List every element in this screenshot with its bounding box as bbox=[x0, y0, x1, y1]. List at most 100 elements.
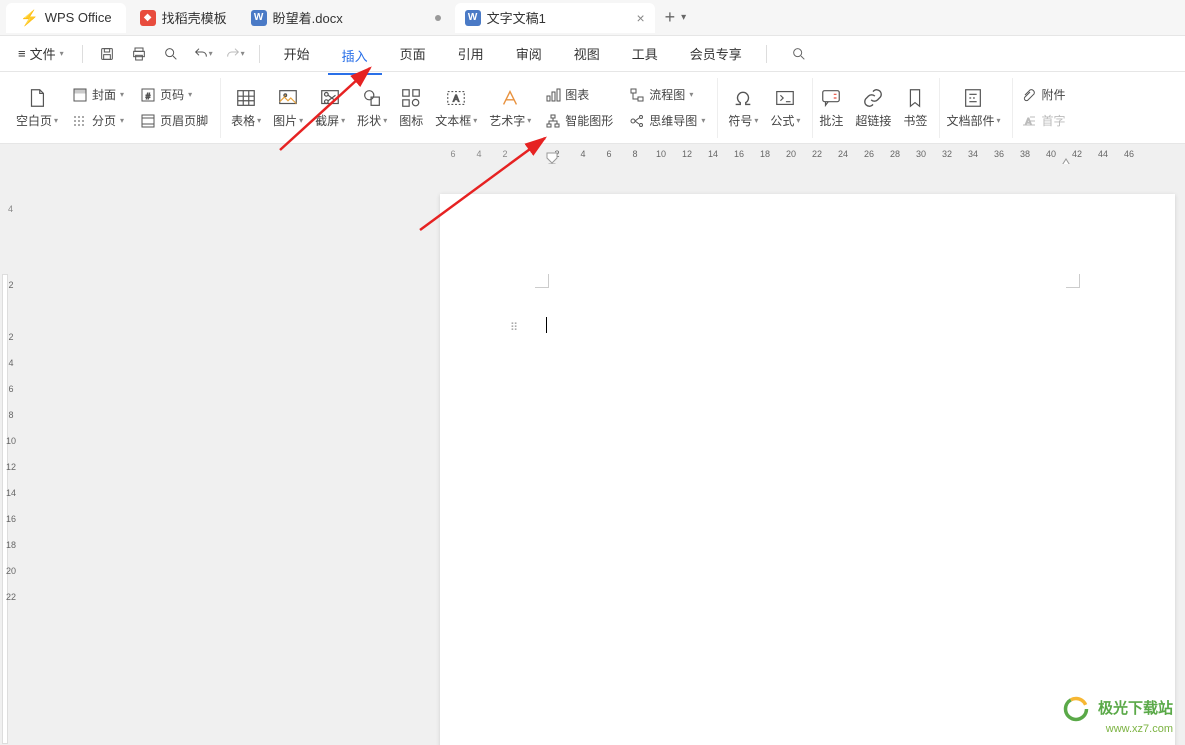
tab-templates[interactable]: ◆ 找稻壳模板 bbox=[130, 3, 237, 33]
ruler-tick: 18 bbox=[6, 532, 16, 558]
dropcap-button[interactable]: A首字 bbox=[1021, 109, 1065, 133]
textbox-icon: A bbox=[444, 86, 468, 110]
chart-icon bbox=[545, 87, 561, 103]
comment-button[interactable]: 批注 bbox=[813, 78, 849, 138]
ruler-tick: 6 bbox=[596, 149, 622, 159]
ruler-tick: 2 bbox=[492, 149, 518, 159]
textbox-button[interactable]: A 文本框▾ bbox=[429, 78, 483, 138]
ruler-tick: 6 bbox=[6, 376, 16, 402]
unsaved-indicator-icon bbox=[435, 15, 441, 21]
ruler-tick: 4 bbox=[6, 350, 16, 376]
ruler-tick: 30 bbox=[908, 149, 934, 159]
symbol-button[interactable]: 符号▾ bbox=[722, 78, 764, 138]
hyperlink-button[interactable]: 超链接 bbox=[849, 78, 897, 138]
ruler-tick: 4 bbox=[466, 149, 492, 159]
mindmap-button[interactable]: 思维导图▾ bbox=[629, 109, 705, 133]
wordart-button[interactable]: 艺术字▾ bbox=[483, 78, 537, 138]
table-icon bbox=[234, 86, 258, 110]
file-menu[interactable]: ≡ 文件 ▾ bbox=[10, 40, 72, 67]
flowchart-icon bbox=[629, 87, 645, 103]
ruler-tick: 38 bbox=[1012, 149, 1038, 159]
cover-icon bbox=[72, 87, 88, 103]
chevron-down-icon: ▾ bbox=[60, 49, 64, 58]
scissors-icon bbox=[318, 86, 342, 110]
smart-graphic-button[interactable]: 智能图形 bbox=[545, 109, 613, 133]
ruler-tick: 22 bbox=[804, 149, 830, 159]
search-button[interactable] bbox=[787, 42, 811, 66]
menu-start[interactable]: 开始 bbox=[270, 40, 324, 67]
svg-text:#: # bbox=[146, 92, 151, 101]
page-break-button[interactable]: 分页▾ bbox=[72, 109, 124, 133]
close-tab-icon[interactable]: × bbox=[636, 10, 644, 26]
wps-logo-icon: ⚡ bbox=[20, 9, 39, 27]
label: 分页 bbox=[92, 112, 116, 129]
label: 艺术字 bbox=[489, 112, 525, 129]
tab-list-dropdown[interactable]: ▾ bbox=[681, 12, 686, 23]
cover-button[interactable]: 封面▾ bbox=[72, 83, 124, 107]
ruler-tick: 8 bbox=[6, 402, 16, 428]
ruler-tick: 4 bbox=[570, 149, 596, 159]
ruler-tick: 12 bbox=[6, 454, 16, 480]
paperclip-icon bbox=[1021, 87, 1037, 103]
undo-button[interactable]: ▾ bbox=[191, 42, 215, 66]
document-page[interactable]: ⠿ bbox=[440, 194, 1175, 745]
save-button[interactable] bbox=[95, 42, 119, 66]
ruler-tick: 32 bbox=[934, 149, 960, 159]
tab-document-2[interactable]: W 文字文稿1 × bbox=[455, 3, 655, 33]
label: 流程图 bbox=[649, 86, 685, 103]
margin-corner-icon bbox=[535, 274, 549, 288]
picture-button[interactable]: 图片▾ bbox=[267, 78, 309, 138]
ruler-tick: 16 bbox=[6, 506, 16, 532]
dropcap-icon: A bbox=[1021, 113, 1037, 129]
file-label: 文件 bbox=[30, 44, 56, 63]
svg-text:A: A bbox=[1025, 117, 1032, 128]
header-footer-button[interactable]: 页眉页脚 bbox=[140, 109, 208, 133]
ruler-tick: 44 bbox=[1090, 149, 1116, 159]
chart-button[interactable]: 图表 bbox=[545, 83, 613, 107]
menu-tools[interactable]: 工具 bbox=[618, 40, 672, 67]
shapes-button[interactable]: 形状▾ bbox=[351, 78, 393, 138]
menu-view[interactable]: 视图 bbox=[560, 40, 614, 67]
flowchart-button[interactable]: 流程图▾ bbox=[629, 83, 705, 107]
icons-button[interactable]: 图标 bbox=[393, 78, 429, 138]
label: 页码 bbox=[160, 86, 184, 103]
print-preview-button[interactable] bbox=[159, 42, 183, 66]
app-tab[interactable]: ⚡ WPS Office bbox=[6, 3, 126, 33]
bookmark-button[interactable]: 书签 bbox=[897, 78, 940, 138]
svg-text:A: A bbox=[453, 94, 460, 104]
label: 智能图形 bbox=[565, 112, 613, 129]
attachment-button[interactable]: 附件 bbox=[1021, 83, 1065, 107]
label: 书签 bbox=[903, 112, 927, 129]
label: 图片 bbox=[273, 112, 297, 129]
ruler-tick: 14 bbox=[700, 149, 726, 159]
vertical-ruler[interactable]: 4 2 2 4 6 8 10 12 14 16 18 20 22 bbox=[0, 164, 24, 745]
table-button[interactable]: 表格▾ bbox=[225, 78, 267, 138]
page-number-button[interactable]: #页码▾ bbox=[140, 83, 208, 107]
tab-document-1[interactable]: W 盼望着.docx bbox=[241, 3, 451, 33]
app-name: WPS Office bbox=[45, 10, 112, 25]
equation-button[interactable]: 公式▾ bbox=[764, 78, 813, 138]
print-button[interactable] bbox=[127, 42, 151, 66]
menu-bar: ≡ 文件 ▾ ▾ ▾ 开始 插入 页面 引用 审阅 视图 工具 会员专享 bbox=[0, 36, 1185, 72]
ruler-tick: 2 bbox=[6, 272, 16, 298]
menu-member[interactable]: 会员专享 bbox=[676, 40, 756, 67]
tab-label: 找稻壳模板 bbox=[162, 8, 227, 27]
menu-references[interactable]: 引用 bbox=[444, 40, 498, 67]
screenshot-button[interactable]: 截屏▾ bbox=[309, 78, 351, 138]
menu-page[interactable]: 页面 bbox=[386, 40, 440, 67]
horizontal-ruler[interactable]: 6 4 2 2 4 6 8 10 12 14 16 18 20 22 24 26… bbox=[0, 144, 1185, 164]
redo-button[interactable]: ▾ bbox=[223, 42, 247, 66]
parts-icon bbox=[961, 86, 985, 110]
label: 思维导图 bbox=[649, 112, 697, 129]
doc-parts-button[interactable]: 文档部件▾ bbox=[940, 78, 1013, 138]
menu-insert[interactable]: 插入 bbox=[328, 42, 382, 75]
ruler-tick: 26 bbox=[856, 149, 882, 159]
ruler-tick: 36 bbox=[986, 149, 1012, 159]
word-icon: W bbox=[465, 10, 481, 26]
menu-review[interactable]: 审阅 bbox=[502, 40, 556, 67]
separator bbox=[259, 45, 260, 63]
blank-page-button[interactable]: 空白页▾ bbox=[10, 78, 64, 138]
paragraph-handle-icon[interactable]: ⠿ bbox=[510, 321, 516, 334]
new-tab-button[interactable]: + bbox=[665, 7, 676, 28]
label: 公式 bbox=[770, 112, 794, 129]
